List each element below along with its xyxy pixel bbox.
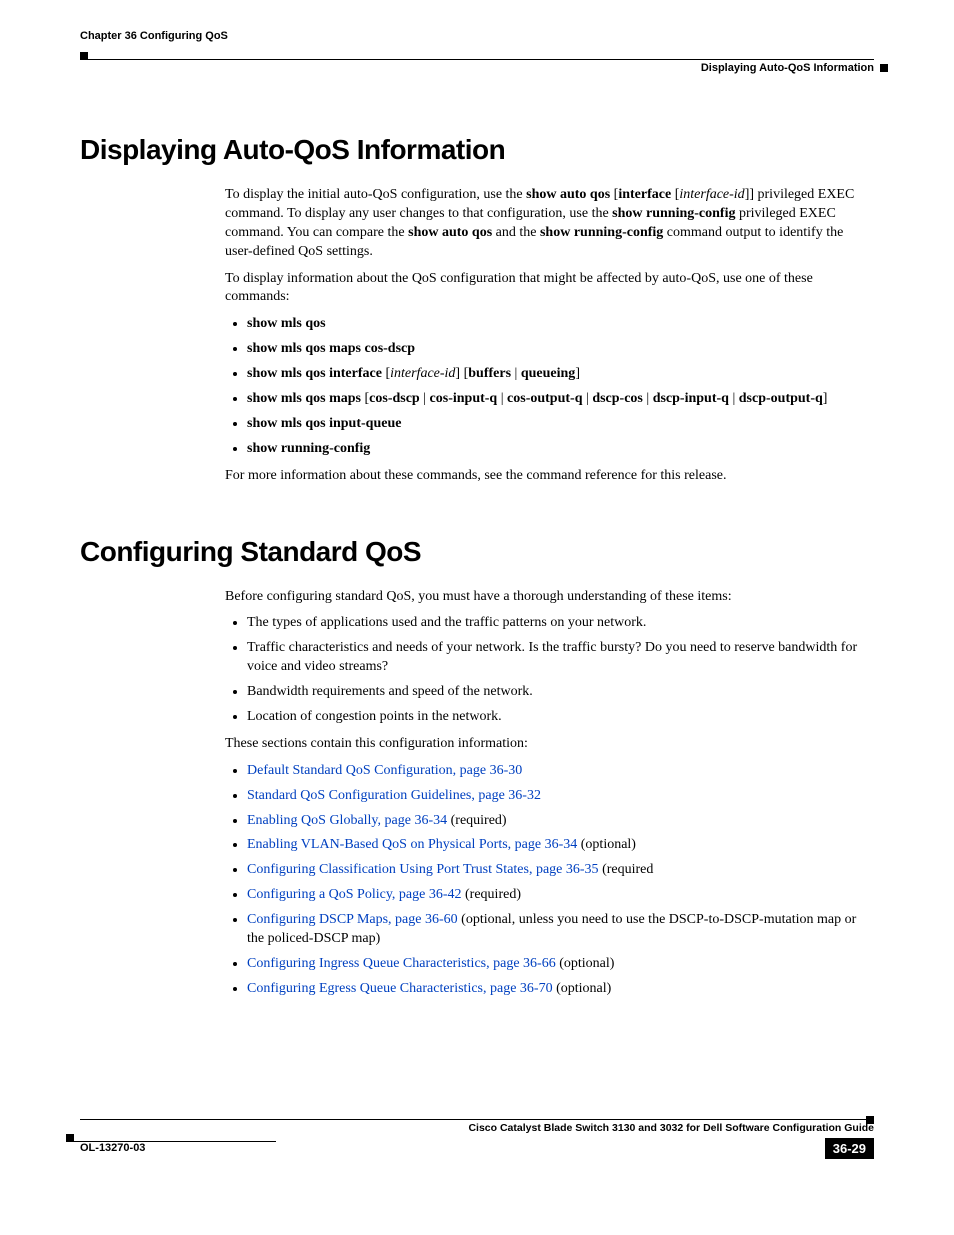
- list-item: show running-config: [247, 440, 874, 459]
- section-body-1: To display the initial auto-QoS configur…: [225, 186, 874, 486]
- kw: cos-output-q: [507, 391, 582, 406]
- heading-configuring-standard-qos: Configuring Standard QoS: [80, 536, 874, 568]
- command-list: show mls qos show mls qos maps cos-dscp …: [225, 315, 874, 458]
- list-item: The types of applications used and the t…: [247, 614, 874, 633]
- cmd: show running-config: [540, 225, 663, 240]
- section-label: Displaying Auto-QoS Information: [80, 62, 874, 74]
- suffix: (optional): [556, 956, 615, 971]
- section-body-2: Before configuring standard QoS, you mus…: [225, 588, 874, 999]
- paragraph: Before configuring standard QoS, you mus…: [225, 588, 874, 607]
- footer-book-title: Cisco Catalyst Blade Switch 3130 and 303…: [80, 1122, 874, 1134]
- text: ] [: [455, 366, 468, 381]
- text: ]: [575, 366, 580, 381]
- footer-docnum: OL-13270-03: [80, 1142, 145, 1154]
- arg: interface-id: [390, 366, 455, 381]
- xref-link[interactable]: Enabling QoS Globally, page 36-34: [247, 813, 447, 828]
- footer-bottom-row: OL-13270-03 36-29: [80, 1138, 874, 1159]
- cmd: show mls qos maps: [247, 391, 361, 406]
- text: |: [583, 391, 593, 406]
- page-container: Chapter 36 Configuring QoS Displaying Au…: [0, 0, 954, 1199]
- arg: interface-id: [679, 187, 744, 202]
- kw: dscp-input-q: [653, 391, 729, 406]
- list-item: Bandwidth requirements and speed of the …: [247, 683, 874, 702]
- chapter-label: Chapter 36 Configuring QoS: [80, 30, 874, 42]
- list-item: Enabling QoS Globally, page 36-34 (requi…: [247, 812, 874, 831]
- text: |: [511, 366, 521, 381]
- text: To display the initial auto-QoS configur…: [225, 187, 526, 202]
- kw: dscp-cos: [592, 391, 643, 406]
- header-rule: [80, 46, 874, 48]
- paragraph: These sections contain this configuratio…: [225, 735, 874, 754]
- text: |: [643, 391, 653, 406]
- xref-link[interactable]: Default Standard QoS Configuration, page…: [247, 763, 522, 778]
- suffix: (required): [462, 887, 521, 902]
- suffix: (required: [599, 862, 654, 877]
- list-item: show mls qos maps [cos-dscp | cos-input-…: [247, 390, 874, 409]
- prereq-list: The types of applications used and the t…: [225, 614, 874, 726]
- text: |: [420, 391, 430, 406]
- kw: dscp-output-q: [739, 391, 823, 406]
- kw: interface: [618, 187, 671, 202]
- text: |: [497, 391, 507, 406]
- cmd: show auto qos: [526, 187, 610, 202]
- cmd: show mls qos: [247, 316, 326, 331]
- text: and the: [492, 225, 540, 240]
- xref-link[interactable]: Configuring Ingress Queue Characteristic…: [247, 956, 556, 971]
- list-item: Enabling VLAN-Based QoS on Physical Port…: [247, 836, 874, 855]
- heading-displaying-auto-qos: Displaying Auto-QoS Information: [80, 134, 874, 166]
- cmd: show mls qos maps cos-dscp: [247, 341, 415, 356]
- paragraph: To display the initial auto-QoS configur…: [225, 186, 874, 262]
- cmd: show running-config: [247, 441, 370, 456]
- xref-link[interactable]: Configuring Egress Queue Characteristics…: [247, 981, 553, 996]
- list-item: Configuring Egress Queue Characteristics…: [247, 980, 874, 999]
- footer-rule: [80, 1119, 874, 1120]
- suffix: (optional): [577, 837, 636, 852]
- list-item: Configuring Classification Using Port Tr…: [247, 861, 874, 880]
- list-item: Configuring a QoS Policy, page 36-42 (re…: [247, 886, 874, 905]
- list-item: Standard QoS Configuration Guidelines, p…: [247, 787, 874, 806]
- list-item: show mls qos input-queue: [247, 415, 874, 434]
- cmd: show auto qos: [408, 225, 492, 240]
- suffix: (optional): [553, 981, 612, 996]
- kw: cos-dscp: [369, 391, 420, 406]
- kw: queueing: [521, 366, 575, 381]
- page-number-badge: 36-29: [825, 1138, 874, 1159]
- cmd: show mls qos interface: [247, 366, 382, 381]
- doc-number: OL-13270-03: [80, 1142, 145, 1154]
- list-item: Location of congestion points in the net…: [247, 708, 874, 727]
- page-footer: Cisco Catalyst Blade Switch 3130 and 303…: [80, 1119, 874, 1159]
- xref-link[interactable]: Standard QoS Configuration Guidelines, p…: [247, 788, 541, 803]
- cmd: show running-config: [612, 206, 735, 221]
- paragraph: To display information about the QoS con…: [225, 270, 874, 308]
- list-item: show mls qos maps cos-dscp: [247, 340, 874, 359]
- list-item: Configuring DSCP Maps, page 36-60 (optio…: [247, 911, 874, 949]
- page-header: Chapter 36 Configuring QoS Displaying Au…: [80, 30, 874, 74]
- list-item: Configuring Ingress Queue Characteristic…: [247, 955, 874, 974]
- list-item: show mls qos: [247, 315, 874, 334]
- paragraph: For more information about these command…: [225, 467, 874, 486]
- kw: buffers: [468, 366, 511, 381]
- xref-link[interactable]: Enabling VLAN-Based QoS on Physical Port…: [247, 837, 577, 852]
- list-item: show mls qos interface [interface-id] [b…: [247, 365, 874, 384]
- cmd: show mls qos input-queue: [247, 416, 401, 431]
- kw: cos-input-q: [430, 391, 498, 406]
- list-item: Default Standard QoS Configuration, page…: [247, 762, 874, 781]
- text: |: [729, 391, 739, 406]
- xref-link[interactable]: Configuring a QoS Policy, page 36-42: [247, 887, 462, 902]
- xref-list: Default Standard QoS Configuration, page…: [225, 762, 874, 999]
- text: [: [382, 366, 390, 381]
- xref-link[interactable]: Configuring DSCP Maps, page 36-60: [247, 912, 458, 927]
- text: ]: [823, 391, 828, 406]
- list-item: Traffic characteristics and needs of you…: [247, 639, 874, 677]
- suffix: (required): [447, 813, 506, 828]
- text: [: [361, 391, 369, 406]
- xref-link[interactable]: Configuring Classification Using Port Tr…: [247, 862, 599, 877]
